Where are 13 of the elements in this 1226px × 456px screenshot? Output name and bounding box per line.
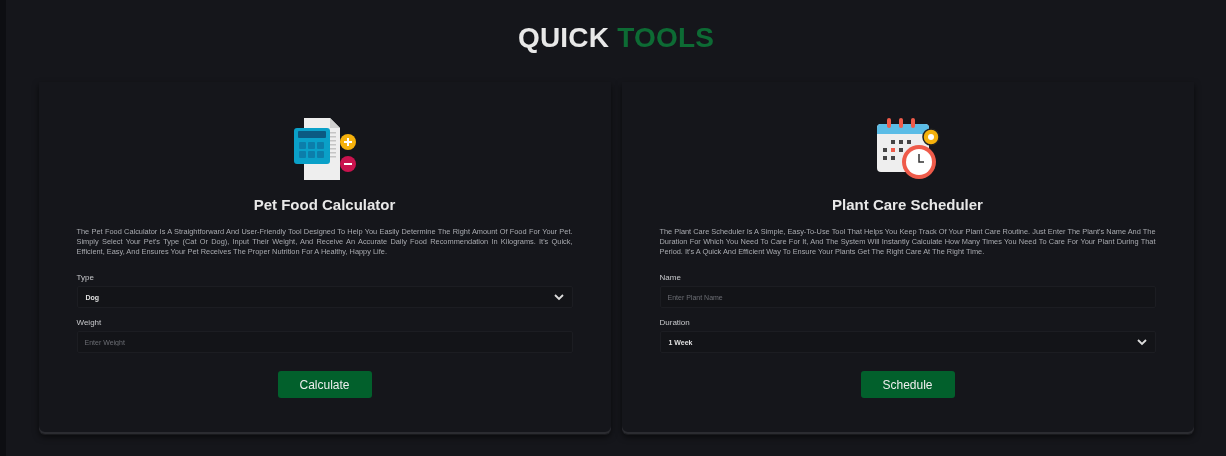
field-label: Name (659, 273, 681, 282)
action-button[interactable]: Schedule (860, 371, 955, 398)
field-label: Weight (76, 318, 102, 327)
card-title: Plant Care Scheduler (832, 196, 983, 213)
calendar-clock-icon (874, 116, 941, 182)
field-label: Type (76, 273, 94, 282)
page-title: QUICK TOOLS (517, 22, 715, 55)
chevron-down-icon (1136, 338, 1147, 346)
chevron-down-icon (553, 293, 564, 301)
action-button[interactable]: Calculate (277, 371, 372, 398)
card-title: Pet Food Calculator (253, 196, 396, 213)
calculator-icon (291, 116, 358, 182)
field-label: Duration (659, 318, 690, 327)
